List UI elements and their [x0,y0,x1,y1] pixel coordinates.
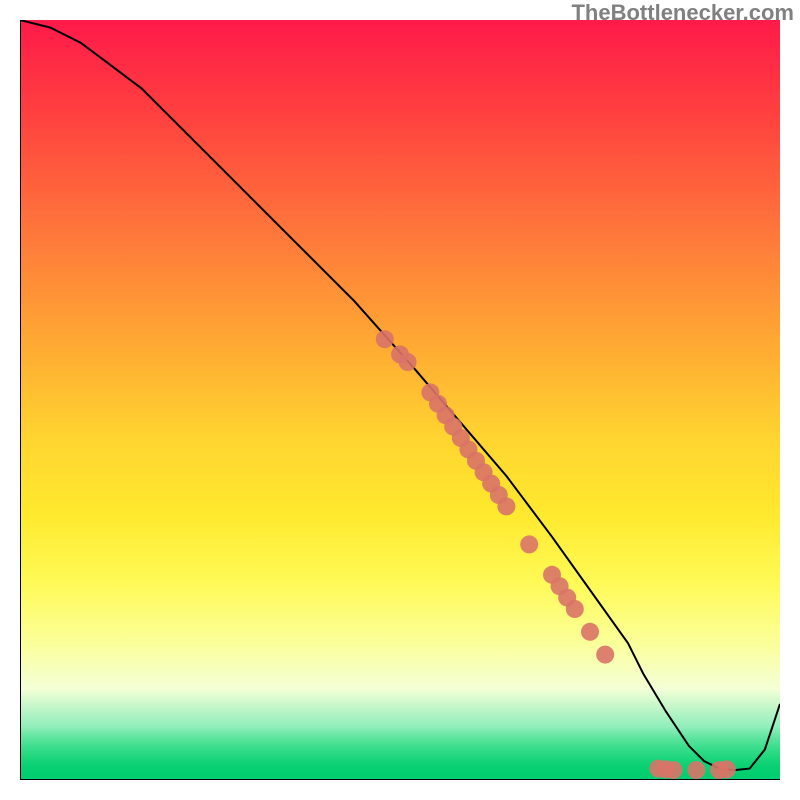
chart-root: TheBottlenecker.com [0,0,800,800]
plot-gradient-background [20,20,780,780]
